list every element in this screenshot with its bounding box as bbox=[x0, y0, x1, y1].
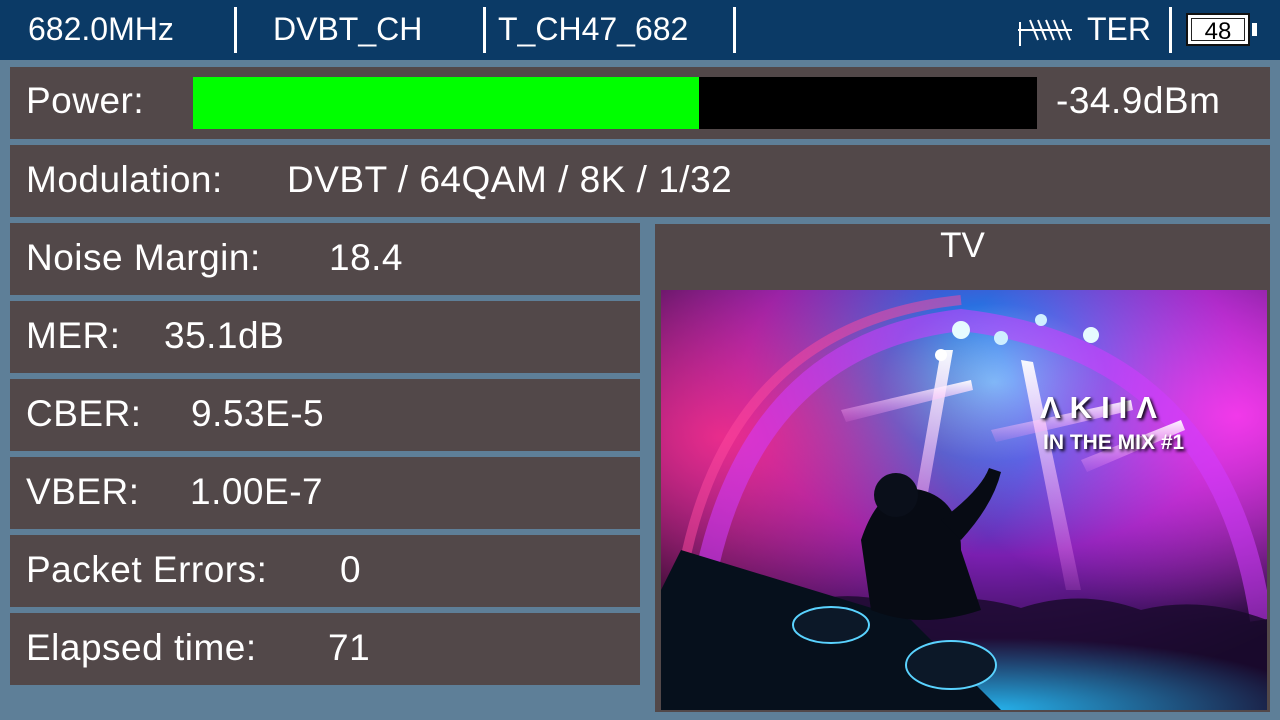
status-divider bbox=[483, 7, 486, 53]
channel-name-readout: T_CH47_682 bbox=[498, 11, 689, 47]
status-divider bbox=[1169, 7, 1172, 53]
tv-title: TV bbox=[940, 226, 985, 265]
power-value: -34.9dBm bbox=[1056, 80, 1221, 121]
battery-level: 48 bbox=[1191, 18, 1245, 45]
channel-plan-readout: DVBT_CH bbox=[273, 11, 423, 47]
antenna-icon bbox=[1018, 19, 1072, 46]
battery-tip bbox=[1252, 23, 1257, 36]
battery-icon: 48 bbox=[1186, 13, 1250, 46]
elapsed-time-label: Elapsed time: bbox=[26, 627, 257, 668]
status-bar: 682.0MHz DVBT_CH T_CH47_682 TER 48 bbox=[0, 0, 1280, 60]
band-readout: TER bbox=[1087, 11, 1151, 47]
mer-value: 35.1dB bbox=[164, 315, 285, 356]
power-label: Power: bbox=[26, 80, 145, 121]
packet-errors-label: Packet Errors: bbox=[26, 549, 268, 590]
video-frame-image bbox=[661, 290, 1267, 710]
vber-value: 1.00E-7 bbox=[190, 471, 324, 512]
vber-label: VBER: bbox=[26, 471, 140, 512]
mer-label: MER: bbox=[26, 315, 121, 356]
packet-errors-value: 0 bbox=[340, 549, 362, 590]
power-level-bar bbox=[193, 77, 1037, 129]
power-level-fill bbox=[193, 77, 700, 129]
cber-value: 9.53E-5 bbox=[191, 393, 325, 434]
tv-video-preview: ΛΚΙΙΛ IN THE MIX #1 bbox=[661, 290, 1267, 710]
modulation-label: Modulation: bbox=[26, 159, 223, 200]
elapsed-time-value: 71 bbox=[328, 627, 371, 668]
status-divider bbox=[234, 7, 237, 53]
noise-margin-label: Noise Margin: bbox=[26, 237, 261, 278]
modulation-value: DVBT / 64QAM / 8K / 1/32 bbox=[287, 159, 733, 200]
video-overlay-subtitle: IN THE MIX #1 bbox=[1043, 431, 1185, 454]
noise-margin-value: 18.4 bbox=[329, 237, 404, 278]
frequency-readout: 682.0MHz bbox=[28, 11, 174, 47]
status-divider bbox=[733, 7, 736, 53]
video-overlay-title: ΛΚΙΙΛ bbox=[1040, 390, 1166, 425]
cber-label: CBER: bbox=[26, 393, 142, 434]
